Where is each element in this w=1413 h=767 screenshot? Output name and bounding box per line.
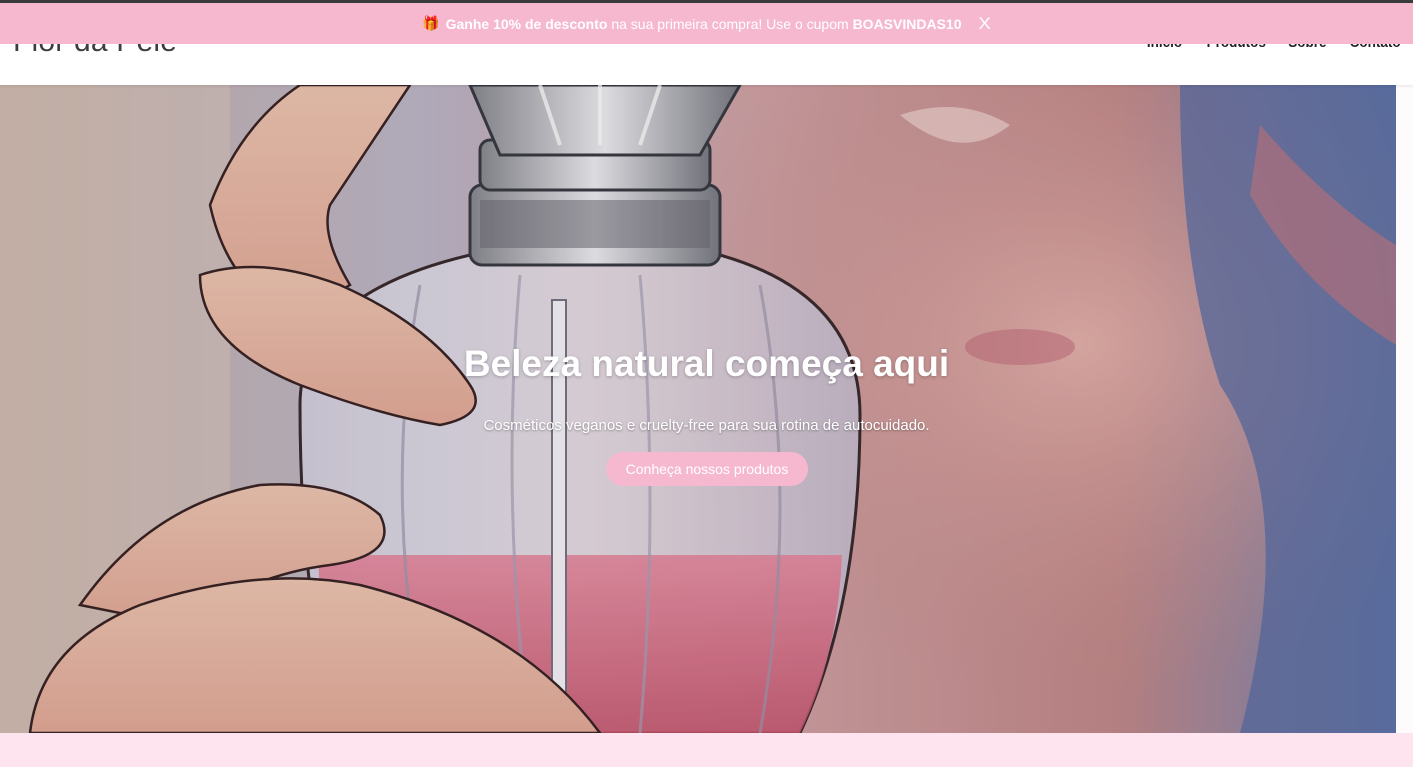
cta-button[interactable]: Conheça nossos produtos bbox=[606, 452, 808, 486]
gift-icon: 🎁 bbox=[422, 15, 440, 31]
promo-banner: 🎁 Ganhe 10% de desconto na sua primeira … bbox=[0, 3, 1413, 44]
promo-coupon: BOASVINDAS10 bbox=[852, 15, 962, 32]
hero-subtitle: Cosméticos veganos e cruelty-free para s… bbox=[483, 417, 930, 434]
page-edge bbox=[1396, 85, 1413, 733]
promo-close-button[interactable]: X bbox=[979, 14, 991, 34]
promo-text: Ganhe 10% de desconto na sua primeira co… bbox=[445, 15, 962, 32]
hero-title: Beleza natural começa aqui bbox=[463, 343, 950, 384]
hero-section: Beleza natural começa aqui Cosméticos ve… bbox=[0, 85, 1396, 733]
promo-discount: 10% de desconto bbox=[493, 15, 608, 32]
hero-content: Beleza natural começa aqui Cosméticos ve… bbox=[0, 85, 1396, 733]
next-section bbox=[0, 733, 1413, 767]
